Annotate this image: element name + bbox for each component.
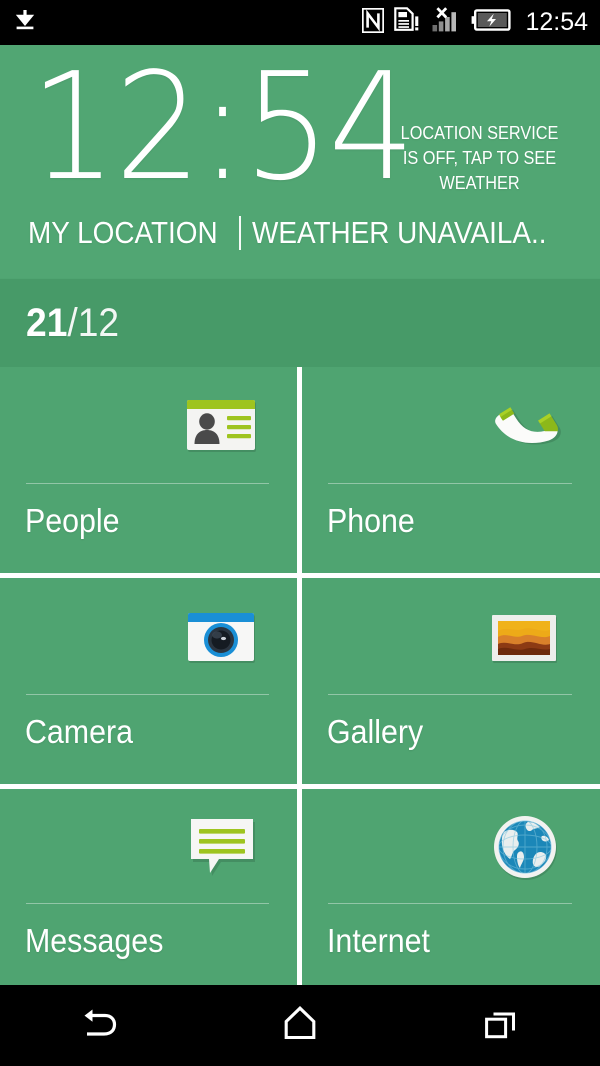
recents-button[interactable] [400,985,600,1066]
date-month: /12 [67,301,120,345]
download-icon [12,7,38,38]
weather-location-notice[interactable]: LOCATION SERVICE IS OFF, TAP TO SEE WEAT… [394,120,566,195]
tile-divider [328,694,572,695]
clock-weather-widget[interactable]: 12:54 LOCATION SERVICE IS OFF, TAP TO SE… [0,45,600,278]
app-tile-grid: People Phone Camera Gallery Messages Int… [0,367,600,990]
gallery-photo-icon [488,606,562,670]
widget-location-label: MY LOCATION [28,215,218,250]
tile-divider [328,903,572,904]
app-tile-messages[interactable]: Messages [0,789,297,990]
signal-no-service-icon [431,7,461,38]
app-tile-label: Messages [25,922,164,959]
status-bar-system-icons: 12:54 [361,6,600,38]
phone-handset-icon [488,395,562,459]
home-button[interactable] [200,985,400,1066]
status-bar-clock: 12:54 [525,8,588,36]
widget-clock-time[interactable]: 12:54 [30,47,415,207]
clock-row: 12:54 LOCATION SERVICE IS OFF, TAP TO SE… [0,47,600,207]
status-bar-notifications [0,7,362,38]
phone-screen: 12:54 12:54 LOCATION SERVICE IS OFF, TAP… [0,0,600,1066]
date-day: 21 [26,301,68,345]
message-bubble-icon [185,815,259,879]
contact-card-icon [185,395,259,459]
tile-divider [26,694,269,695]
sim-card-warning-icon [394,7,421,38]
date-text: 21/12 [26,301,119,345]
tile-divider [26,483,269,484]
app-tile-internet[interactable]: Internet [302,789,600,990]
date-widget[interactable]: 21/12 [0,279,600,367]
widget-weather-status: WEATHER UNAVAILA.. [251,215,547,250]
app-tile-label: Phone [327,502,415,539]
app-tile-label: Camera [25,713,133,750]
app-tile-label: People [25,502,120,539]
camera-icon [185,606,259,670]
home-icon [283,1005,317,1046]
globe-icon [488,815,562,880]
app-tile-people[interactable]: People [0,367,297,573]
home-screen-wallpaper: 12:54 LOCATION SERVICE IS OFF, TAP TO SE… [0,45,600,990]
status-bar[interactable]: 12:54 [0,0,600,45]
app-tile-label: Gallery [327,713,424,750]
location-weather-row[interactable]: MY LOCATION WEATHER UNAVAILA.. [0,208,600,258]
app-tile-phone[interactable]: Phone [302,367,600,573]
tile-divider [328,483,572,484]
app-tile-camera[interactable]: Camera [0,578,297,784]
back-button[interactable] [0,985,200,1066]
recent-apps-icon [483,1005,517,1046]
nfc-icon [361,6,386,38]
navigation-bar [0,985,600,1066]
location-separator [238,216,241,250]
app-tile-label: Internet [327,922,430,959]
tile-divider [26,903,269,904]
app-tile-gallery[interactable]: Gallery [302,578,600,784]
back-arrow-icon [79,1004,121,1047]
battery-charging-icon [471,9,512,36]
